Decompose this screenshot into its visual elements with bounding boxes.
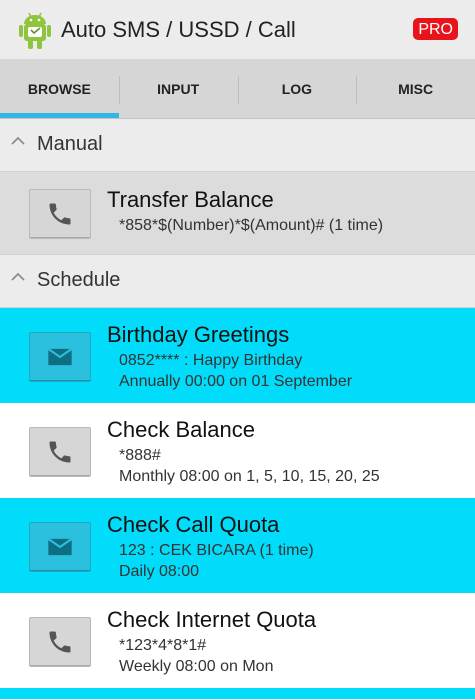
pro-badge[interactable]: PRO — [413, 18, 458, 40]
message-button[interactable] — [29, 522, 91, 572]
list-item[interactable]: Check Call Quota 123 : CEK BICARA (1 tim… — [0, 498, 475, 593]
item-title: Check Balance — [107, 417, 255, 442]
item-command: *123*4*8*1# — [119, 637, 207, 654]
tab-browse[interactable]: BROWSE — [0, 60, 119, 118]
tab-bar: BROWSE INPUT LOG MISC — [0, 60, 475, 119]
section-header-schedule[interactable]: Schedule — [0, 255, 475, 308]
message-icon — [47, 537, 73, 556]
chevron-up-icon — [11, 272, 25, 281]
item-title: Birthday Greetings — [107, 322, 290, 347]
phone-icon — [49, 203, 71, 225]
message-icon — [47, 347, 73, 366]
section-header-manual[interactable]: Manual — [0, 119, 475, 172]
item-schedule: Daily 08:00 — [119, 563, 200, 580]
list-item[interactable]: Check Balance *888# Monthly 08:00 on 1, … — [0, 403, 475, 498]
section-label: Manual — [37, 133, 103, 155]
item-schedule: Annually 00:00 on 01 September — [119, 373, 353, 390]
item-command: 123 : CEK BICARA (1 time) — [119, 542, 314, 559]
tab-log[interactable]: LOG — [237, 60, 357, 118]
phone-icon — [49, 631, 71, 653]
item-title: Transfer Balance — [107, 187, 274, 212]
android-robot-icon[interactable] — [18, 10, 52, 50]
list-item[interactable]: Transfer Balance *858*$(Number)*$(Amount… — [0, 172, 475, 255]
item-title: Check Call Quota — [107, 512, 280, 537]
phone-icon — [49, 441, 71, 463]
chevron-up-icon — [11, 136, 25, 145]
tab-input[interactable]: INPUT — [118, 60, 238, 118]
list-item[interactable]: Birthday Greetings 0852**** : Happy Birt… — [0, 308, 475, 403]
list-item[interactable]: Check Internet Quota *123*4*8*1# Weekly … — [0, 593, 475, 688]
call-button[interactable] — [29, 427, 91, 477]
action-bar: Auto SMS / USSD / Call PRO — [0, 0, 475, 60]
item-schedule: Weekly 08:00 on Mon — [119, 658, 274, 675]
item-command: 0852**** : Happy Birthday — [119, 352, 303, 369]
message-button[interactable] — [29, 332, 91, 382]
tab-misc[interactable]: MISC — [356, 60, 475, 118]
call-button[interactable] — [29, 617, 91, 667]
section-label: Schedule — [37, 269, 121, 291]
item-command: *858*$(Number)*$(Amount)# (1 time) — [119, 217, 384, 234]
item-schedule: Monthly 08:00 on 1, 5, 10, 15, 20, 25 — [119, 468, 380, 485]
list-item-partial[interactable] — [0, 688, 475, 699]
item-title: Check Internet Quota — [107, 607, 317, 632]
app-title: Auto SMS / USSD / Call — [61, 17, 296, 42]
call-button[interactable] — [29, 189, 91, 239]
item-command: *888# — [119, 447, 161, 464]
